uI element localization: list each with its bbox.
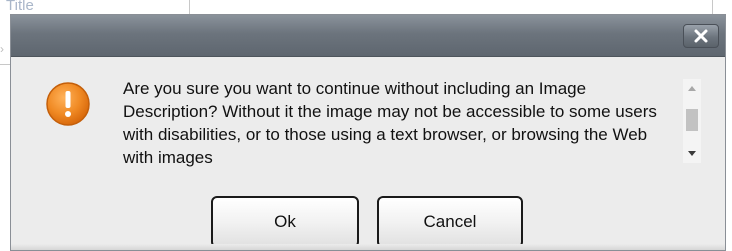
dialog-message: Are you sure you want to continue withou…	[123, 79, 657, 167]
message-scrollbar[interactable]	[683, 79, 701, 163]
warning-icon	[46, 82, 90, 126]
arrow-up-icon	[688, 86, 696, 91]
scroll-down-button[interactable]	[683, 145, 701, 163]
dialog-body: Are you sure you want to continue withou…	[11, 57, 725, 250]
dialog-bottom-edge	[11, 244, 725, 250]
background-line	[0, 64, 10, 65]
confirm-dialog: Are you sure you want to continue withou…	[10, 14, 726, 251]
scroll-up-button[interactable]	[683, 79, 701, 97]
background-divider	[189, 0, 190, 14]
scroll-thumb[interactable]	[686, 109, 698, 131]
dialog-titlebar[interactable]	[11, 15, 725, 57]
close-icon	[694, 29, 708, 43]
ok-button[interactable]: Ok	[211, 196, 359, 248]
arrow-down-icon	[688, 151, 696, 156]
background-divider	[712, 0, 713, 14]
close-button[interactable]	[683, 24, 719, 48]
background-title-label: Title	[6, 0, 34, 14]
background-arrow-icon: ›	[0, 42, 4, 56]
cancel-button[interactable]: Cancel	[377, 196, 523, 248]
